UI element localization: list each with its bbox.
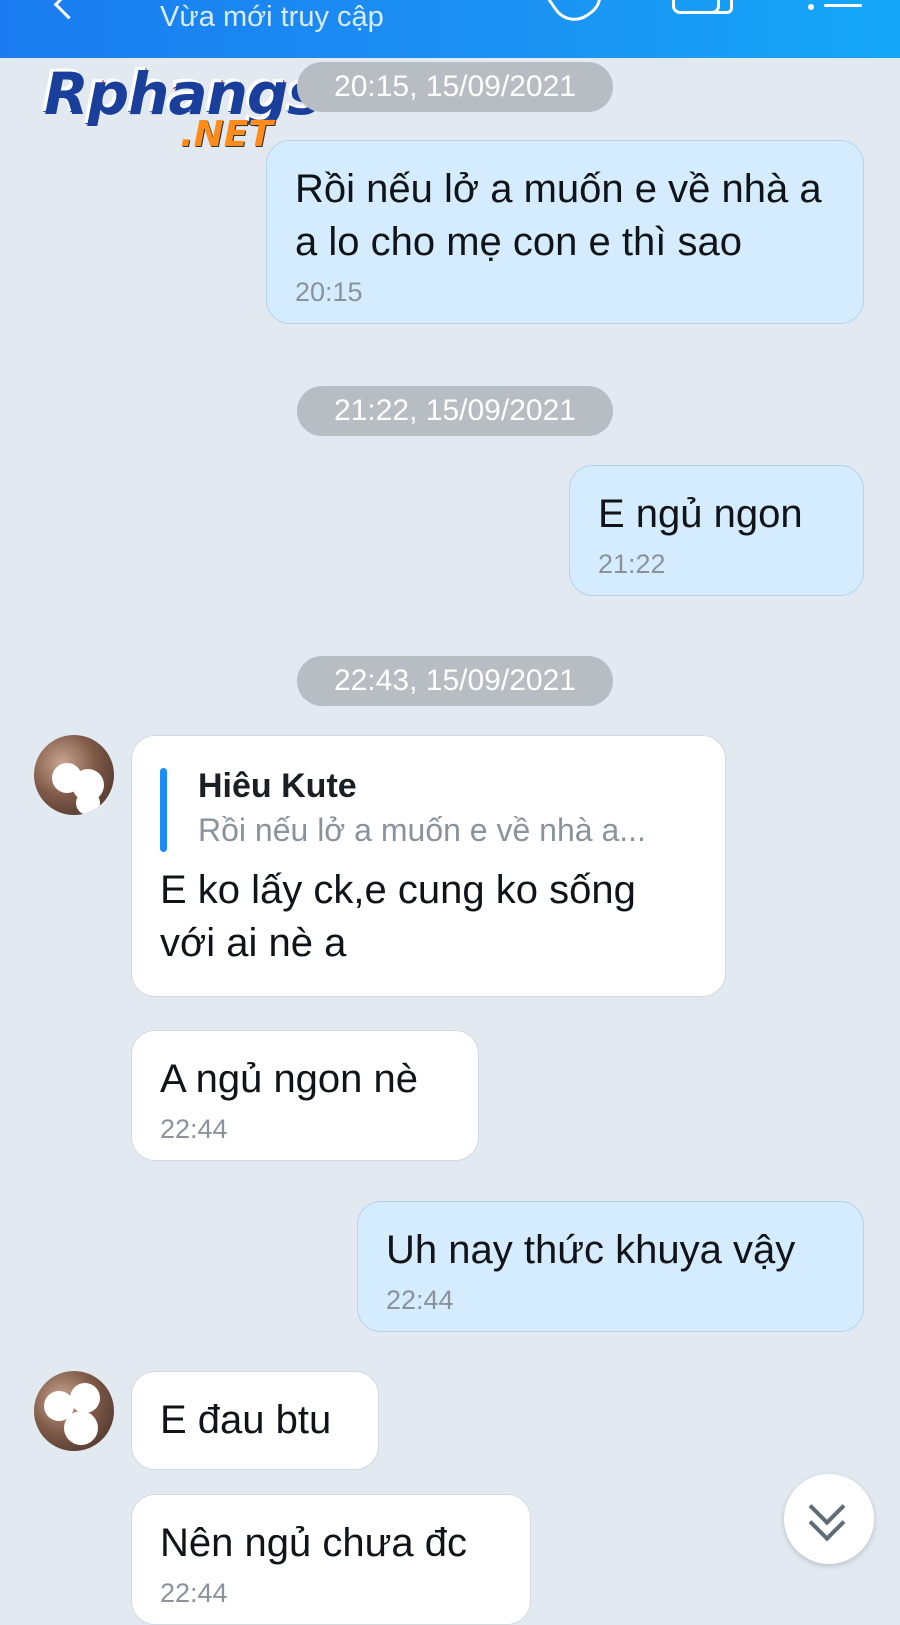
date-separator: 22:43, 15/09/2021 [297,656,613,706]
quote-text: Rồi nếu lở a muốn e về nhà a... [198,812,646,848]
quote-bar [160,768,167,852]
message-bubble-sent[interactable]: Rồi nếu lở a muốn e về nhà a a lo cho mẹ… [266,140,864,324]
message-text: E ngủ ngon [598,492,803,536]
message-text: Uh nay thức khuya vậy [386,1228,796,1272]
phone-icon[interactable] [544,0,612,31]
message-text: Nên ngủ chưa đc [160,1521,467,1565]
message-bubble-received[interactable]: A ngủ ngon nè 22:44 [131,1030,479,1161]
menu-icon[interactable] [808,4,862,15]
message-bubble-sent[interactable]: Uh nay thức khuya vậy 22:44 [357,1201,864,1332]
message-bubble-received[interactable]: E đau btu [131,1371,379,1470]
message-time: 22:44 [160,1578,228,1608]
chat-header: Vừa mới truy cập [0,0,900,58]
quote-sender: Hiêu Kute [198,767,357,805]
message-bubble-received[interactable]: Nên ngủ chưa đc 22:44 [131,1494,531,1625]
message-time: 22:44 [160,1114,228,1144]
message-bubble-received[interactable]: Hiêu Kute Rồi nếu lở a muốn e về nhà a..… [131,735,726,997]
video-camera-icon[interactable] [672,0,720,14]
message-time: 22:44 [386,1285,454,1315]
watermark-suffix: .NET [180,114,273,155]
reply-quote[interactable]: Hiêu Kute Rồi nếu lở a muốn e về nhà a..… [160,764,697,852]
message-time: 21:22 [598,549,666,579]
message-text: Rồi nếu lở a muốn e về nhà a a lo cho mẹ… [295,167,822,264]
avatar[interactable] [34,1371,114,1451]
avatar[interactable] [34,735,114,815]
watermark-logo: Rphangs .NET [42,58,322,155]
message-text: E ko lấy ck,e cung ko sống với ai nè a [160,868,636,965]
message-text: E đau btu [160,1398,332,1442]
video-camera-lens-icon [714,0,733,14]
date-separator: 21:22, 15/09/2021 [297,386,613,436]
message-time: 20:15 [295,277,363,307]
chevron-left-icon[interactable] [53,0,84,20]
date-separator: 20:15, 15/09/2021 [297,62,613,112]
message-text: A ngủ ngon nè [160,1057,419,1101]
message-bubble-sent[interactable]: E ngủ ngon 21:22 [569,465,864,596]
contact-status: Vừa mới truy cập [160,1,384,33]
scroll-to-bottom-button[interactable] [784,1474,874,1564]
